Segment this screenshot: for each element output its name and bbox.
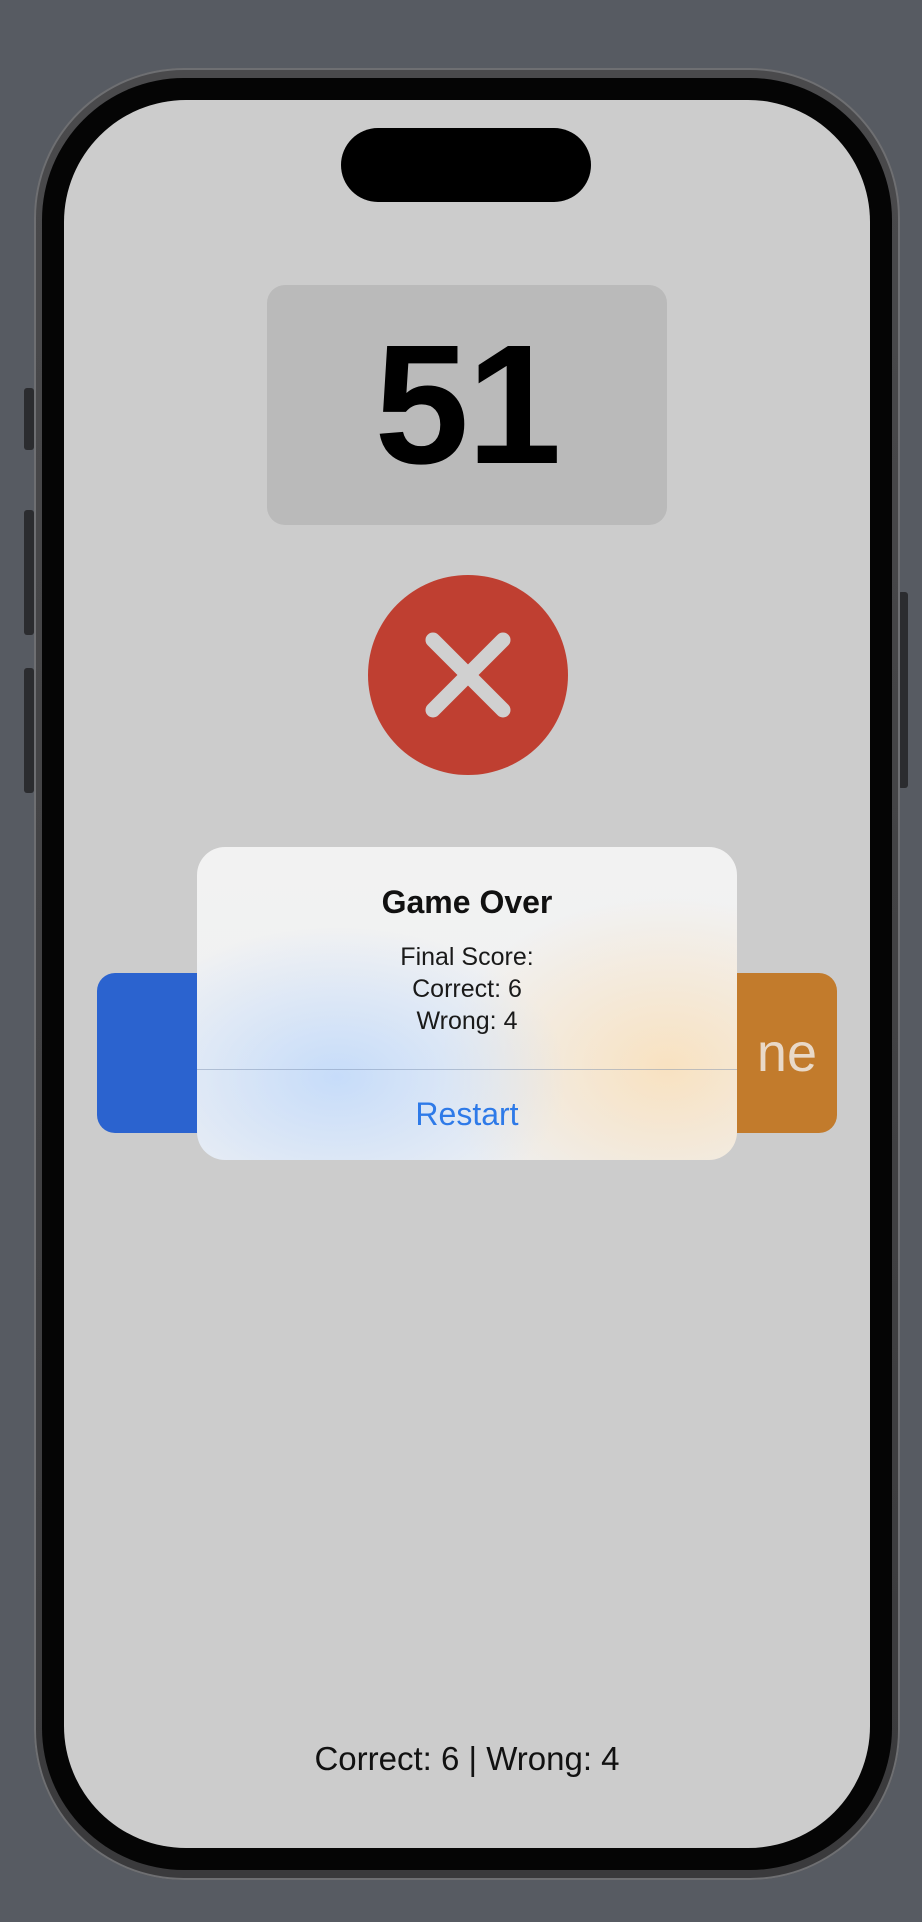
answer-button-right-label: ne: [756, 1023, 817, 1083]
number-display: 51: [267, 285, 667, 525]
device-frame: 51 ne Game Over Final Score: Correct: 6 …: [0, 0, 922, 1922]
dynamic-island: [341, 128, 591, 202]
alert-correct-count: Correct: 6: [412, 975, 522, 1003]
wrong-answer-indicator: [368, 575, 568, 775]
alert-wrong-count: Wrong: 4: [416, 1007, 518, 1035]
action-button: [24, 388, 34, 450]
restart-button[interactable]: Restart: [197, 1070, 737, 1160]
x-mark-icon: [425, 632, 511, 718]
alert-title: Game Over: [381, 884, 553, 920]
current-number: 51: [374, 310, 561, 500]
score-summary: Correct: 6 | Wrong: 4: [314, 1740, 620, 1777]
volume-up-button: [24, 510, 34, 635]
app-screen: 51 ne Game Over Final Score: Correct: 6 …: [64, 100, 870, 1848]
alert-final-score-label: Final Score:: [400, 943, 534, 971]
game-over-alert: Game Over Final Score: Correct: 6 Wrong:…: [197, 847, 737, 1160]
volume-down-button: [24, 668, 34, 793]
